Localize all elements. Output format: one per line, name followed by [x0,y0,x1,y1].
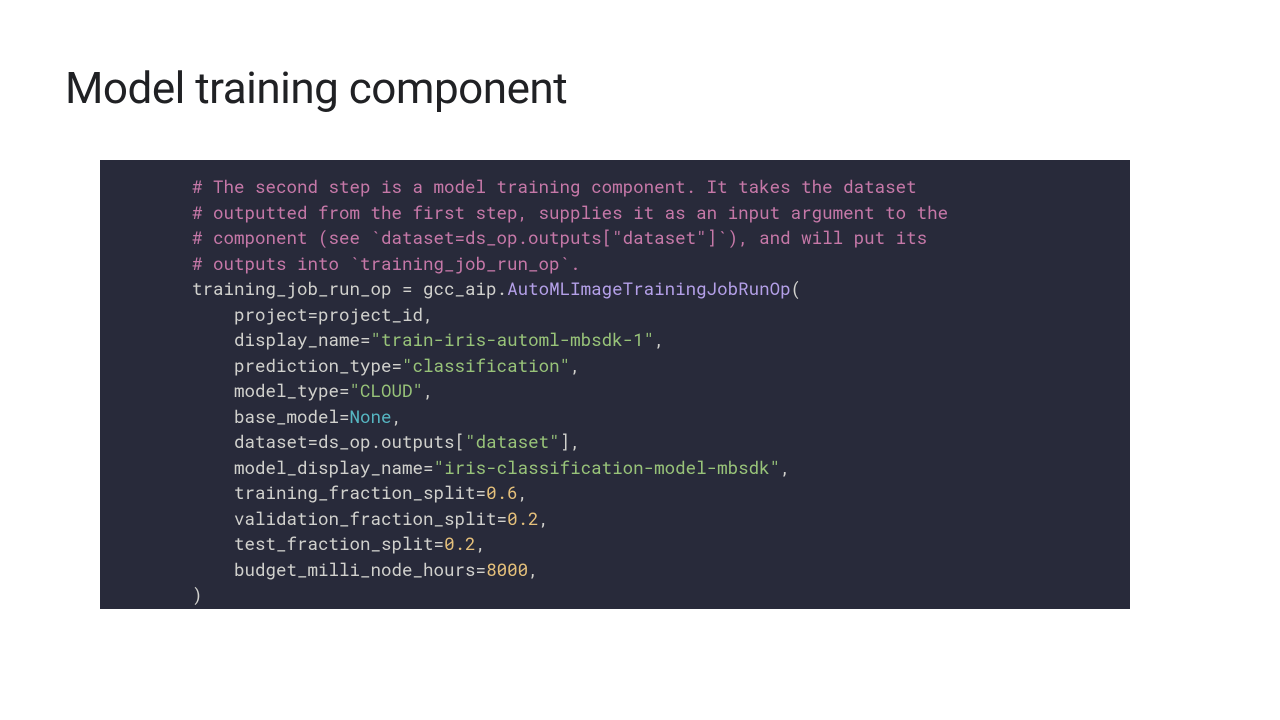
code-prediction-type-val: "classification" [402,354,570,377]
code-comment-3: # component (see `dataset=ds_op.outputs[… [192,226,927,249]
code-indent [192,532,234,555]
code-val-split-val: 0.2 [507,507,539,530]
code-class-name: AutoMLImageTrainingJobRunOp [507,277,791,300]
code-comment-4: # outputs into `training_job_run_op`. [192,252,581,275]
code-train-split-key: training_fraction_split= [234,481,486,504]
code-indent [192,430,234,453]
code-indent [192,328,234,351]
code-indent [192,354,234,377]
code-comment-1: # The second step is a model training co… [192,175,917,198]
code-dataset-key: dataset=ds_op.outputs[ [234,430,465,453]
page-title: Model training component [65,62,567,114]
code-project: project=project_id, [234,303,434,326]
code-model-display-name-key: model_display_name= [234,456,434,479]
code-val-split-key: validation_fraction_split= [234,507,507,530]
code-budget-key: budget_milli_node_hours= [234,558,486,581]
code-model-display-name-val: "iris-classification-model-mbsdk" [434,456,781,479]
code-budget-val: 8000 [486,558,528,581]
code-block: # The second step is a model training co… [100,160,1130,609]
code-display-name-val: "train-iris-automl-mbsdk-1" [371,328,655,351]
code-dataset-tail: ], [560,430,581,453]
code-indent [192,481,234,504]
code-display-name-key: display_name= [234,328,371,351]
code-model-type-val: "CLOUD" [350,379,424,402]
code-open-paren: ( [791,277,802,300]
code-indent [192,379,234,402]
code-comma: , [654,328,665,351]
code-comment-2: # outputted from the first step, supplie… [192,201,948,224]
code-base-model-key: base_model= [234,405,350,428]
code-indent [192,303,234,326]
code-comma: , [518,481,529,504]
code-prediction-type-key: prediction_type= [234,354,402,377]
code-indent [192,558,234,581]
code-test-split-key: test_fraction_split= [234,532,444,555]
code-comma: , [392,405,403,428]
code-model-type-key: model_type= [234,379,350,402]
code-test-split-val: 0.2 [444,532,476,555]
code-dataset-val: "dataset" [465,430,560,453]
code-close-paren: ) [192,583,203,606]
code-indent [192,507,234,530]
code-comma: , [528,558,539,581]
code-base-model-val: None [350,405,392,428]
code-comma: , [539,507,550,530]
code-indent [192,456,234,479]
code-comma: , [423,379,434,402]
code-comma: , [570,354,581,377]
code-assign: training_job_run_op = gcc_aip. [192,277,507,300]
code-comma: , [476,532,487,555]
code-indent [192,405,234,428]
code-comma: , [780,456,791,479]
code-train-split-val: 0.6 [486,481,518,504]
